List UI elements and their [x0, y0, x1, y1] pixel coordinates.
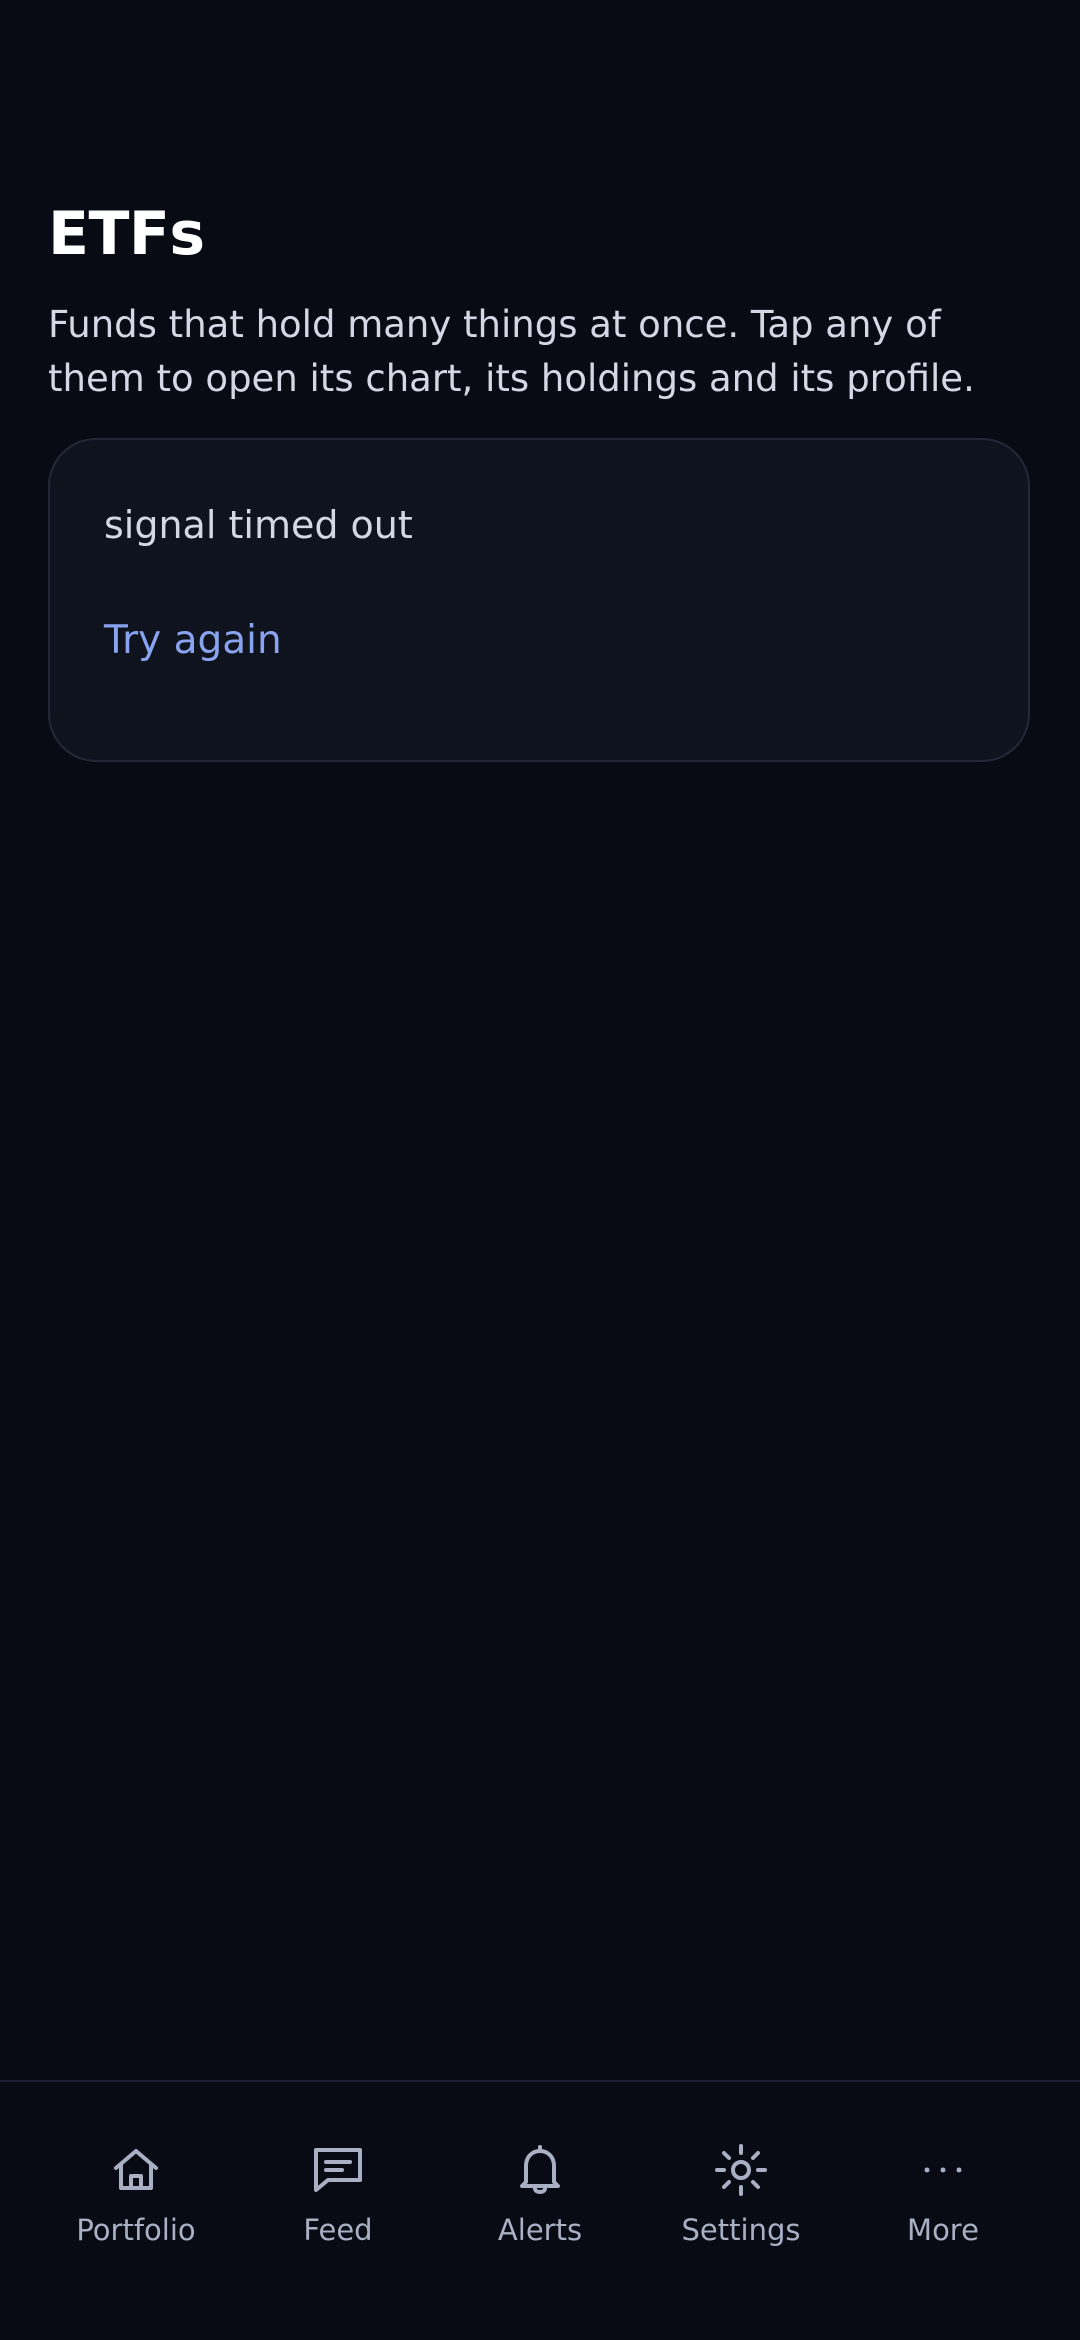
- nav-label-portfolio: Portfolio: [76, 2213, 196, 2247]
- home-icon: [114, 2149, 158, 2190]
- nav-item-portfolio[interactable]: Portfolio: [36, 2142, 236, 2272]
- nav-label-settings: Settings: [681, 2213, 801, 2247]
- nav-item-settings[interactable]: Settings: [641, 2142, 841, 2272]
- error-card: signal timed out Try again: [48, 438, 1030, 762]
- nav-label-more: More: [907, 2213, 979, 2247]
- nav-item-feed[interactable]: Feed: [238, 2142, 438, 2272]
- nav-item-more[interactable]: More: [843, 2142, 1043, 2272]
- try-again-button[interactable]: Try again: [104, 616, 282, 666]
- ellipsis-icon: [924, 2167, 962, 2173]
- page-description: Funds that hold many things at once. Tap…: [48, 303, 975, 400]
- nav-item-alerts[interactable]: Alerts: [440, 2142, 640, 2272]
- main-content: ETFs Funds that hold many things at once…: [48, 196, 1032, 762]
- bell-icon: [520, 2145, 560, 2194]
- bottom-navigation: Portfolio Feed Alerts Settings More: [0, 2080, 1080, 2340]
- page-title: ETFs: [48, 199, 205, 269]
- etfs-screen: ETFs Funds that hold many things at once…: [0, 0, 1080, 2340]
- sun-icon: [715, 2144, 767, 2196]
- message-icon: [314, 2148, 362, 2192]
- nav-label-alerts: Alerts: [497, 2213, 583, 2247]
- error-message: signal timed out: [104, 503, 413, 547]
- nav-label-feed: Feed: [303, 2213, 373, 2247]
